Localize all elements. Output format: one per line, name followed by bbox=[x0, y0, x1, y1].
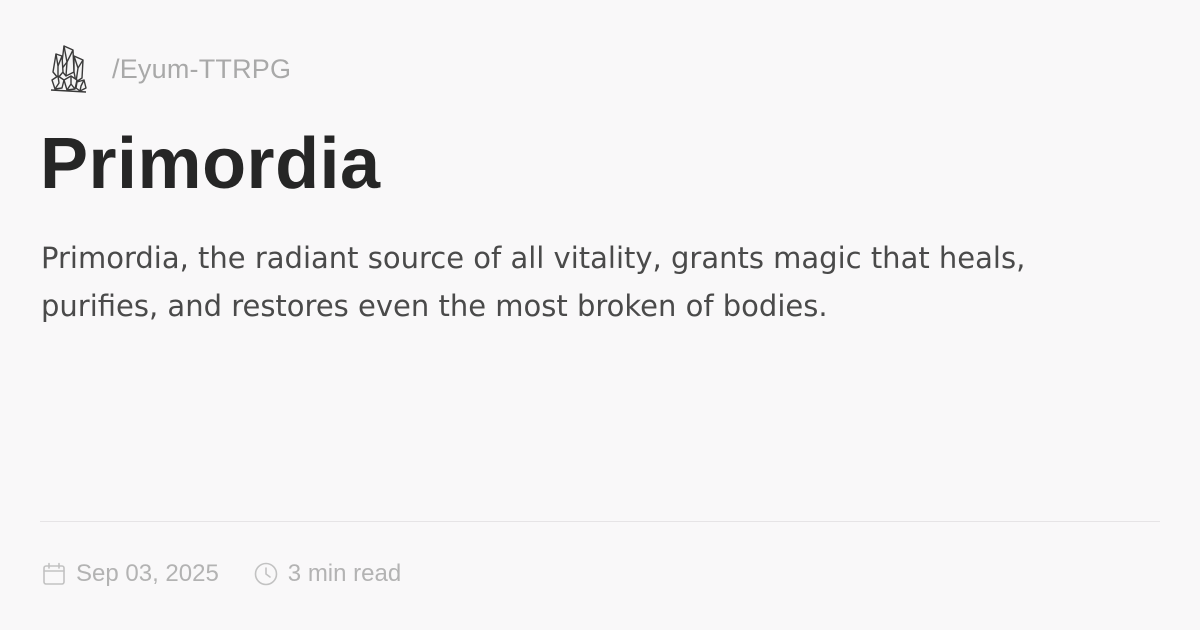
divider bbox=[40, 521, 1160, 522]
publish-date: Sep 03, 2025 bbox=[41, 560, 219, 588]
article-meta: Sep 03, 2025 3 min read bbox=[41, 555, 401, 593]
calendar-icon bbox=[43, 562, 65, 585]
site-header: /Eyum-TTRPG bbox=[46, 42, 291, 96]
publish-date-text: Sep 03, 2025 bbox=[76, 560, 219, 587]
page-description: Primordia, the radiant source of all vit… bbox=[41, 241, 1026, 323]
read-time: 3 min read bbox=[253, 560, 401, 588]
page-title: Primordia bbox=[40, 124, 381, 204]
read-time-text: 3 min read bbox=[287, 560, 402, 587]
clock-icon bbox=[254, 562, 278, 586]
crystal-cluster-icon[interactable] bbox=[46, 42, 90, 96]
site-path-link[interactable]: /Eyum-TTRPG bbox=[112, 54, 291, 85]
